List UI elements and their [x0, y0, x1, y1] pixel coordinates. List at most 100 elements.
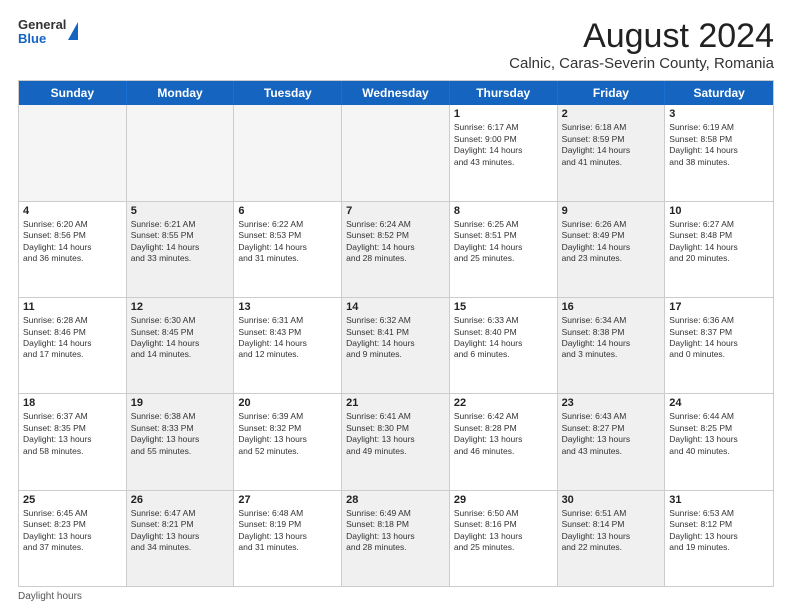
day-info: Sunrise: 6:43 AMSunset: 8:27 PMDaylight:… — [562, 411, 661, 457]
cal-cell: 2Sunrise: 6:18 AMSunset: 8:59 PMDaylight… — [558, 105, 666, 200]
calendar-body: 1 Sunrise: 6:17 AMSunset: 9:00 PMDaylight… — [19, 105, 773, 586]
day-info: Sunrise: 6:42 AMSunset: 8:28 PMDaylight:… — [454, 411, 553, 457]
cal-cell — [234, 105, 342, 200]
day-info: Sunrise: 6:24 AMSunset: 8:52 PMDaylight:… — [346, 219, 445, 265]
cal-week-1: 1 Sunrise: 6:17 AMSunset: 9:00 PMDaylight… — [19, 105, 773, 201]
cal-cell: 19 Sunrise: 6:38 AMSunset: 8:33 PMDayligh… — [127, 394, 235, 489]
day-number: 22 — [454, 397, 553, 409]
cal-cell: 18 Sunrise: 6:37 AMSunset: 8:35 PMDayligh… — [19, 394, 127, 489]
day-number: 26 — [131, 494, 230, 506]
cal-cell: 20Sunrise: 6:39 AMSunset: 8:32 PMDayligh… — [234, 394, 342, 489]
day-number: 18 — [23, 397, 122, 409]
cal-week-5: 25 Sunrise: 6:45 AMSunset: 8:23 PMDayligh… — [19, 491, 773, 586]
cal-cell: 30Sunrise: 6:51 AMSunset: 8:14 PMDayligh… — [558, 491, 666, 586]
cal-cell: 22 Sunrise: 6:42 AMSunset: 8:28 PMDayligh… — [450, 394, 558, 489]
header: General Blue August 2024 Calnic, Caras-S… — [18, 18, 774, 72]
cal-cell: 13Sunrise: 6:31 AMSunset: 8:43 PMDayligh… — [234, 298, 342, 393]
day-number: 4 — [23, 205, 122, 217]
footer-text: Daylight hours — [18, 591, 82, 602]
cal-cell: 12 Sunrise: 6:30 AMSunset: 8:45 PMDayligh… — [127, 298, 235, 393]
day-info: Sunrise: 6:32 AMSunset: 8:41 PMDaylight:… — [346, 315, 445, 361]
day-info: Sunrise: 6:45 AMSunset: 8:23 PMDaylight:… — [23, 508, 122, 554]
day-number: 17 — [669, 301, 769, 313]
page: General Blue August 2024 Calnic, Caras-S… — [0, 0, 792, 612]
cal-cell: 25 Sunrise: 6:45 AMSunset: 8:23 PMDayligh… — [19, 491, 127, 586]
day-number: 24 — [669, 397, 769, 409]
day-number: 6 — [238, 205, 337, 217]
cal-cell: 14 Sunrise: 6:32 AMSunset: 8:41 PMDayligh… — [342, 298, 450, 393]
cal-cell: 9 Sunrise: 6:26 AMSunset: 8:49 PMDaylight… — [558, 202, 666, 297]
cal-cell: 4 Sunrise: 6:20 AMSunset: 8:56 PMDaylight… — [19, 202, 127, 297]
cal-header-cell-wednesday: Wednesday — [342, 81, 450, 105]
day-info: Sunrise: 6:28 AMSunset: 8:46 PMDaylight:… — [23, 315, 122, 361]
day-info: Sunrise: 6:30 AMSunset: 8:45 PMDaylight:… — [131, 315, 230, 361]
cal-week-3: 11 Sunrise: 6:28 AMSunset: 8:46 PMDayligh… — [19, 298, 773, 394]
day-info: Sunrise: 6:38 AMSunset: 8:33 PMDaylight:… — [131, 411, 230, 457]
day-info: Sunrise: 6:53 AMSunset: 8:12 PMDaylight:… — [669, 508, 769, 554]
cal-header-cell-thursday: Thursday — [450, 81, 558, 105]
cal-cell: 3Sunrise: 6:19 AMSunset: 8:58 PMDaylight… — [665, 105, 773, 200]
cal-cell: 8 Sunrise: 6:25 AMSunset: 8:51 PMDaylight… — [450, 202, 558, 297]
footer: Daylight hours — [18, 591, 774, 602]
logo: General Blue — [18, 18, 78, 47]
day-info: Sunrise: 6:27 AMSunset: 8:48 PMDaylight:… — [669, 219, 769, 265]
cal-cell: 7Sunrise: 6:24 AMSunset: 8:52 PMDaylight… — [342, 202, 450, 297]
cal-header-cell-sunday: Sunday — [19, 81, 127, 105]
day-number: 29 — [454, 494, 553, 506]
calendar-header-row: SundayMondayTuesdayWednesdayThursdayFrid… — [19, 81, 773, 105]
day-number: 16 — [562, 301, 661, 313]
cal-cell: 23 Sunrise: 6:43 AMSunset: 8:27 PMDayligh… — [558, 394, 666, 489]
day-info: Sunrise: 6:21 AMSunset: 8:55 PMDaylight:… — [131, 219, 230, 265]
day-info: Sunrise: 6:22 AMSunset: 8:53 PMDaylight:… — [238, 219, 337, 265]
title-block: August 2024 Calnic, Caras-Severin County… — [509, 18, 774, 72]
day-info: Sunrise: 6:37 AMSunset: 8:35 PMDaylight:… — [23, 411, 122, 457]
day-number: 25 — [23, 494, 122, 506]
day-number: 8 — [454, 205, 553, 217]
cal-cell — [342, 105, 450, 200]
cal-cell: 17 Sunrise: 6:36 AMSunset: 8:37 PMDayligh… — [665, 298, 773, 393]
day-number: 9 — [562, 205, 661, 217]
logo-general: General — [18, 18, 66, 32]
location-subtitle: Calnic, Caras-Severin County, Romania — [509, 55, 774, 72]
logo-text: General Blue — [18, 18, 66, 47]
day-number: 1 — [454, 108, 553, 120]
day-info: Sunrise: 6:20 AMSunset: 8:56 PMDaylight:… — [23, 219, 122, 265]
day-info: Sunrise: 6:33 AMSunset: 8:40 PMDaylight:… — [454, 315, 553, 361]
cal-cell: 24 Sunrise: 6:44 AMSunset: 8:25 PMDayligh… — [665, 394, 773, 489]
day-info: Sunrise: 6:17 AMSunset: 9:00 PMDaylight:… — [454, 122, 553, 168]
day-info: Sunrise: 6:25 AMSunset: 8:51 PMDaylight:… — [454, 219, 553, 265]
day-info: Sunrise: 6:44 AMSunset: 8:25 PMDaylight:… — [669, 411, 769, 457]
day-number: 12 — [131, 301, 230, 313]
cal-week-4: 18 Sunrise: 6:37 AMSunset: 8:35 PMDayligh… — [19, 394, 773, 490]
day-info: Sunrise: 6:41 AMSunset: 8:30 PMDaylight:… — [346, 411, 445, 457]
day-number: 15 — [454, 301, 553, 313]
calendar: SundayMondayTuesdayWednesdayThursdayFrid… — [18, 80, 774, 587]
day-info: Sunrise: 6:31 AMSunset: 8:43 PMDaylight:… — [238, 315, 337, 361]
day-info: Sunrise: 6:49 AMSunset: 8:18 PMDaylight:… — [346, 508, 445, 554]
cal-cell: 31 Sunrise: 6:53 AMSunset: 8:12 PMDayligh… — [665, 491, 773, 586]
day-info: Sunrise: 6:48 AMSunset: 8:19 PMDaylight:… — [238, 508, 337, 554]
cal-cell: 6 Sunrise: 6:22 AMSunset: 8:53 PMDaylight… — [234, 202, 342, 297]
day-number: 28 — [346, 494, 445, 506]
day-info: Sunrise: 6:26 AMSunset: 8:49 PMDaylight:… — [562, 219, 661, 265]
day-number: 19 — [131, 397, 230, 409]
day-number: 30 — [562, 494, 661, 506]
cal-cell: 15 Sunrise: 6:33 AMSunset: 8:40 PMDayligh… — [450, 298, 558, 393]
day-number: 31 — [669, 494, 769, 506]
logo-blue: Blue — [18, 32, 66, 46]
day-info: Sunrise: 6:36 AMSunset: 8:37 PMDaylight:… — [669, 315, 769, 361]
cal-cell: 27Sunrise: 6:48 AMSunset: 8:19 PMDayligh… — [234, 491, 342, 586]
cal-header-cell-monday: Monday — [127, 81, 235, 105]
day-number: 2 — [562, 108, 661, 120]
cal-cell — [127, 105, 235, 200]
cal-cell: 10Sunrise: 6:27 AMSunset: 8:48 PMDayligh… — [665, 202, 773, 297]
cal-cell: 1 Sunrise: 6:17 AMSunset: 9:00 PMDaylight… — [450, 105, 558, 200]
day-number: 23 — [562, 397, 661, 409]
cal-cell — [19, 105, 127, 200]
day-info: Sunrise: 6:47 AMSunset: 8:21 PMDaylight:… — [131, 508, 230, 554]
day-number: 11 — [23, 301, 122, 313]
day-number: 21 — [346, 397, 445, 409]
day-number: 14 — [346, 301, 445, 313]
cal-cell: 16Sunrise: 6:34 AMSunset: 8:38 PMDayligh… — [558, 298, 666, 393]
logo-triangle-icon — [68, 22, 78, 40]
